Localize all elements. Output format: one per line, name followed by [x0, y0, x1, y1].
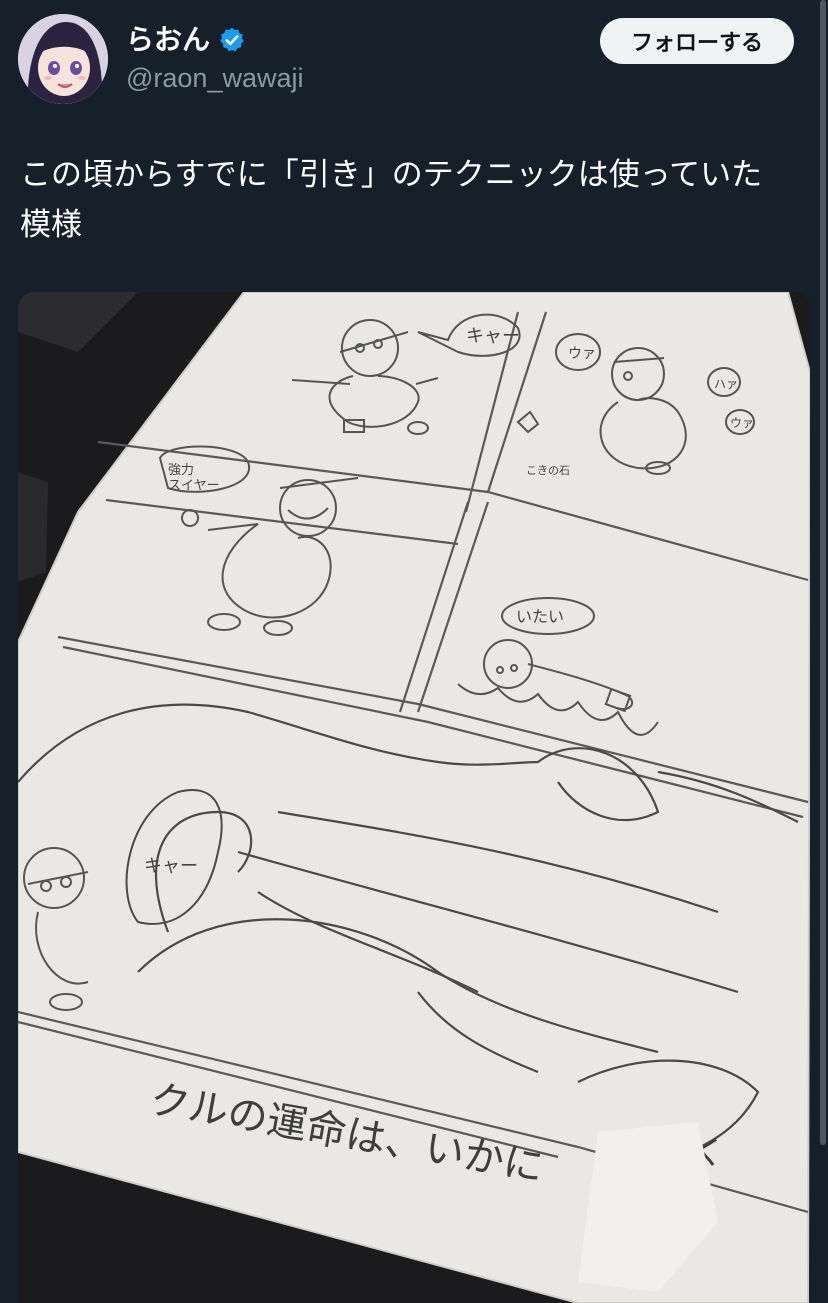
bubble-itai: いたい	[516, 607, 564, 626]
bubble-kyaa-1: キャー	[466, 326, 520, 347]
verified-badge-icon	[218, 26, 246, 54]
tweet-header: らおん @raon_wawaji フォローする	[0, 0, 828, 120]
manga-drawing-photo: キャー ウァ ハァ ウァ こきの石 強力スイヤー いたい キャー クルの運命は、…	[18, 292, 810, 1303]
tweet-page: らおん @raon_wawaji フォローする この頃からすでに「引き」のテクニ…	[0, 0, 828, 1303]
bubble-ua-2: ウァ	[730, 416, 754, 430]
tweet-text: この頃からすでに「引き」のテクニックは使っていた 模様	[20, 157, 763, 243]
scrollbar-thumb[interactable]	[820, 0, 826, 1145]
name-row: らおん	[126, 22, 246, 58]
scrollbar[interactable]	[820, 0, 826, 1145]
stone-label: こきの石	[526, 464, 570, 477]
avatar-illustration	[18, 14, 108, 104]
avatar[interactable]	[18, 14, 108, 104]
bubble-kyaa-2: キャー	[144, 856, 198, 877]
display-name[interactable]: らおん	[126, 22, 210, 58]
bubble-ua-1: ウァ	[568, 346, 596, 362]
user-handle[interactable]: @raon_wawaji	[126, 60, 304, 96]
tweet-photo[interactable]: キャー ウァ ハァ ウァ こきの石 強力スイヤー いたい キャー クルの運命は、…	[18, 292, 810, 1303]
bubble-haa: ハァ	[714, 377, 738, 391]
follow-button[interactable]: フォローする	[600, 18, 794, 64]
